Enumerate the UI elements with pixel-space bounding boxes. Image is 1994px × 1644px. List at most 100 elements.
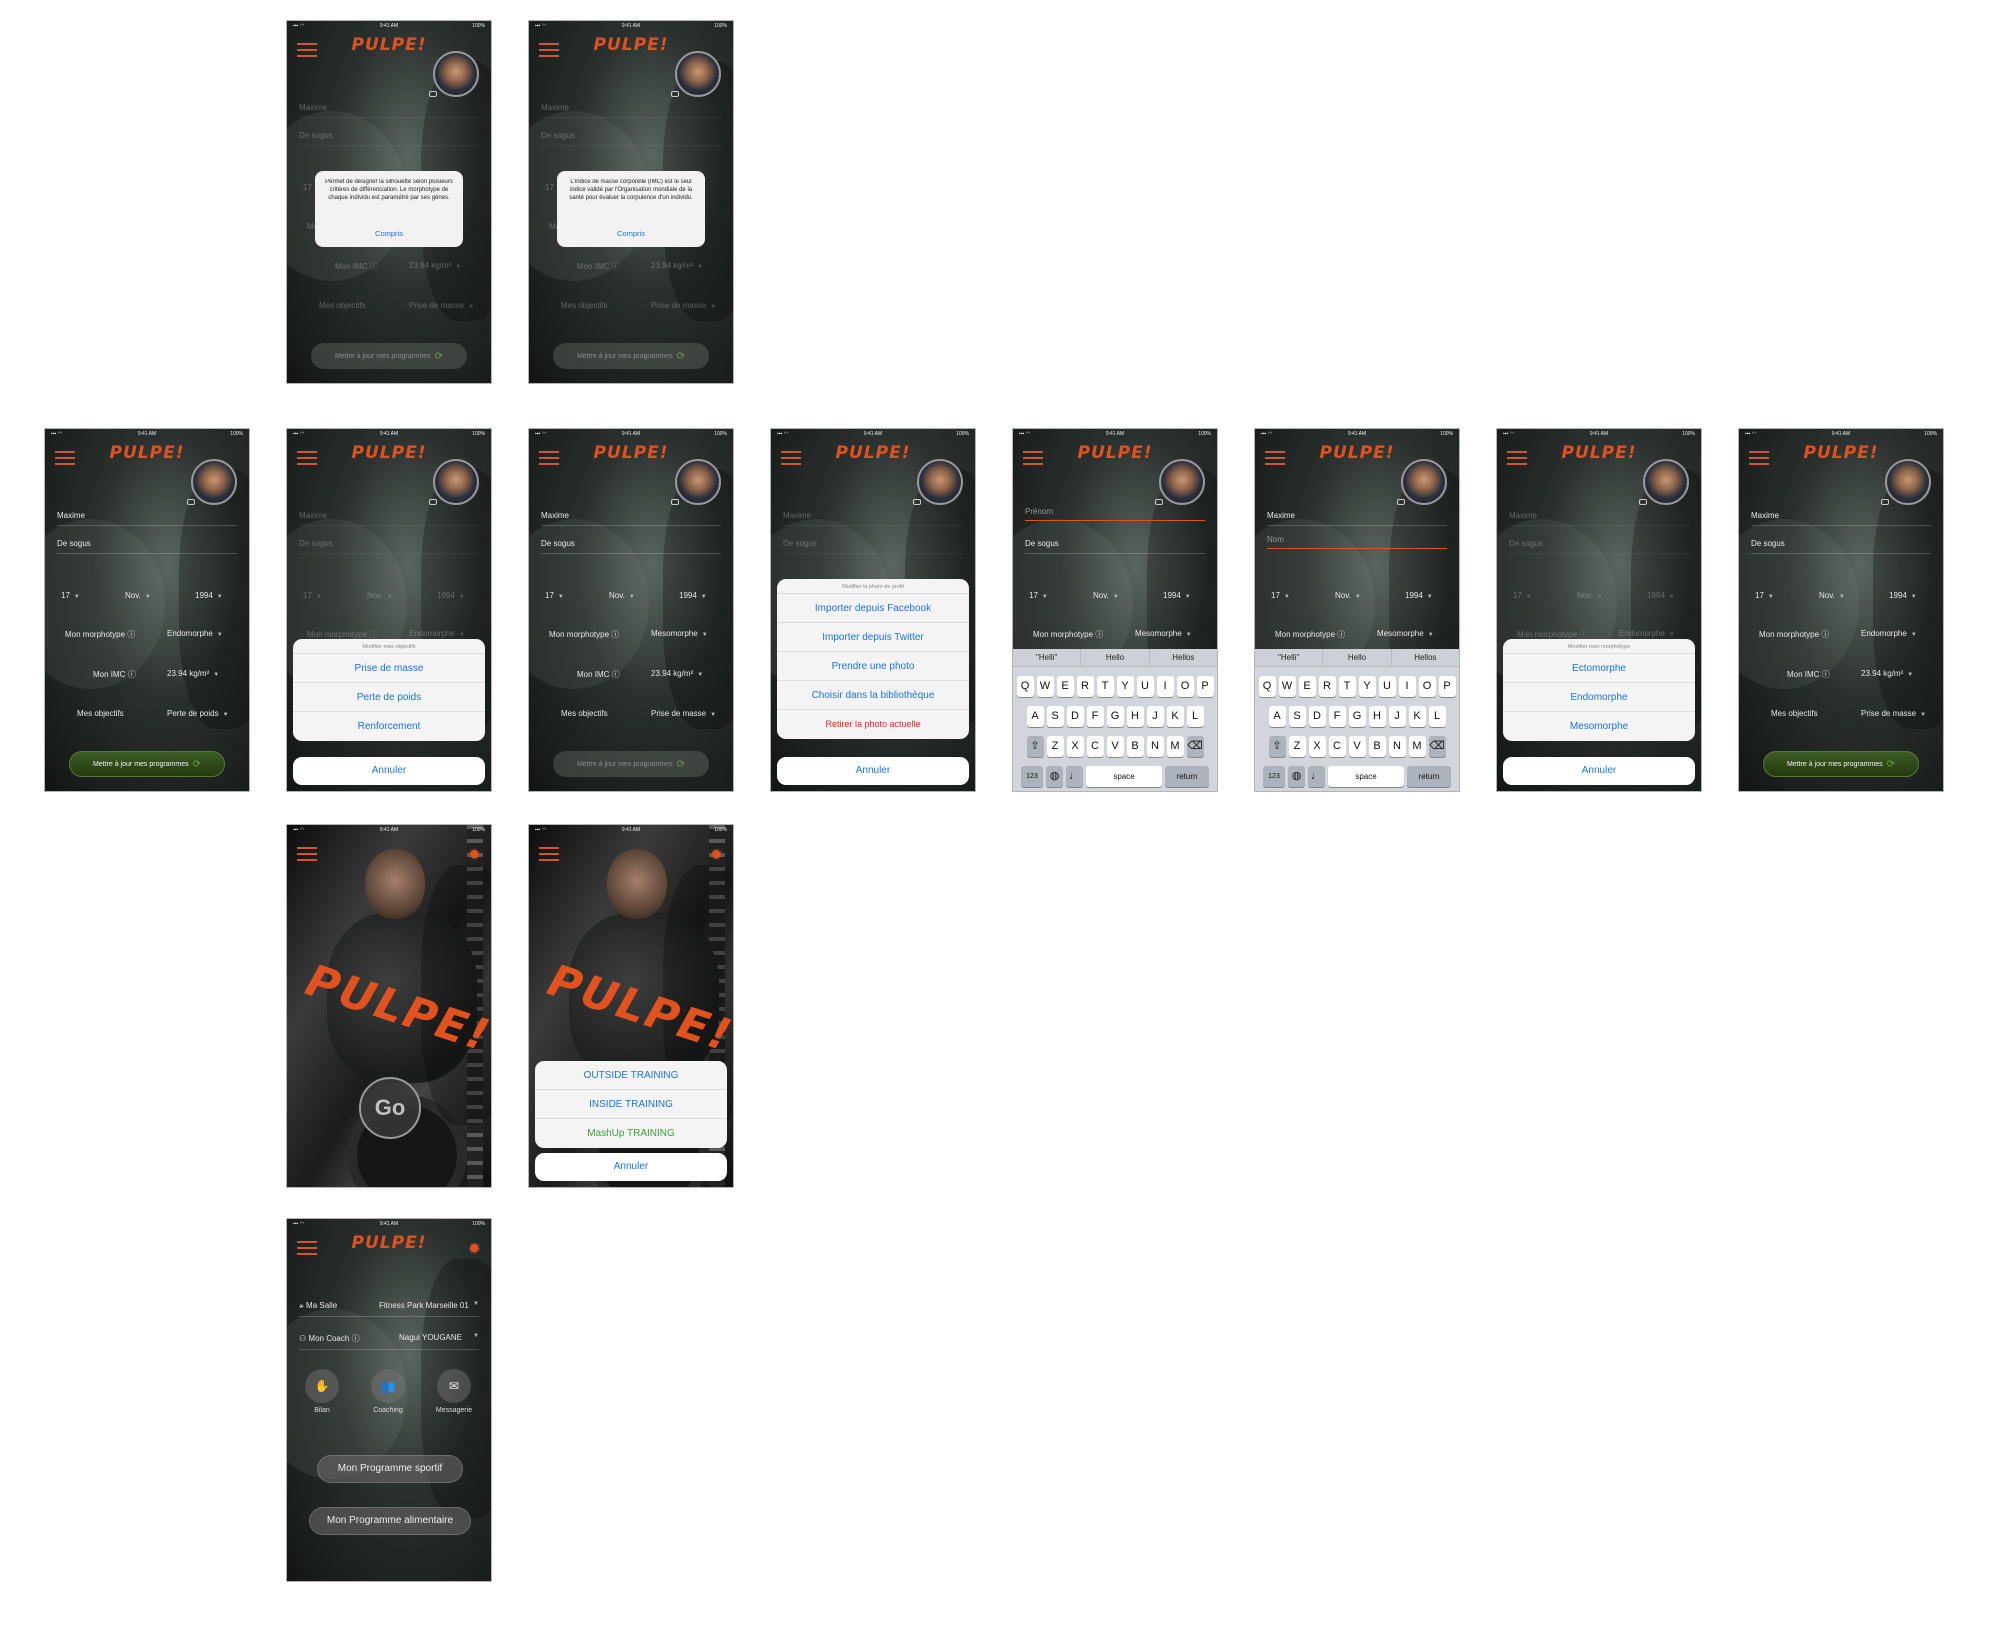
first-name-field[interactable]: Maxime — [1267, 511, 1447, 526]
camera-icon[interactable] — [671, 91, 679, 97]
first-name-field[interactable]: Maxime — [541, 511, 721, 526]
key[interactable]: G — [1106, 706, 1124, 727]
birth-day-select[interactable]: 17▼ — [1029, 591, 1048, 600]
avatar[interactable] — [1643, 459, 1689, 505]
key[interactable]: Q — [1016, 676, 1034, 697]
key[interactable]: U — [1136, 676, 1154, 697]
morphotype-select[interactable]: Endomorphe▼ — [1861, 629, 1917, 638]
mic-icon[interactable]: ♩ — [1066, 766, 1083, 787]
space-key[interactable]: space — [1086, 766, 1162, 787]
birth-year-select[interactable]: 1994▼ — [195, 591, 223, 600]
camera-icon[interactable] — [187, 499, 195, 505]
mic-icon[interactable]: ♩ — [1308, 766, 1325, 787]
key[interactable]: T — [1338, 676, 1356, 697]
suggestion[interactable]: Hellos — [1392, 649, 1459, 666]
sport-program-button[interactable]: Mon Programme sportif — [317, 1455, 463, 1483]
avatar[interactable] — [1159, 459, 1205, 505]
last-name-field[interactable]: De sogus — [299, 131, 479, 146]
birth-year-select[interactable]: 1994▼ — [1647, 591, 1675, 600]
go-button[interactable]: Go — [359, 1077, 421, 1139]
key[interactable]: H — [1126, 706, 1144, 727]
goal-select[interactable]: Prise de masse▼ — [651, 709, 716, 718]
key[interactable]: O — [1176, 676, 1194, 697]
avatar[interactable] — [433, 459, 479, 505]
suggestion[interactable]: "Helli" — [1013, 649, 1082, 666]
numbers-key[interactable]: 123 — [1263, 766, 1285, 787]
sheet-option[interactable]: MashUp TRAINING — [535, 1119, 727, 1148]
key[interactable]: A — [1026, 706, 1044, 727]
first-name-field[interactable]: Maxime — [1509, 511, 1689, 526]
last-name-field[interactable]: De sogus — [299, 539, 479, 554]
birth-year-select[interactable]: 1994▼ — [1163, 591, 1191, 600]
alert-ok-button[interactable]: Compris — [567, 229, 695, 238]
remove-photo-option[interactable]: Retirer la photo actuelle — [777, 710, 969, 739]
goal-select[interactable]: Prise de masse▼ — [409, 301, 474, 310]
return-key[interactable]: return — [1165, 766, 1209, 787]
update-programs-button[interactable]: Mettre à jour mes programmes ⟳ — [69, 751, 225, 777]
key[interactable]: P — [1196, 676, 1214, 697]
key[interactable]: U — [1378, 676, 1396, 697]
key[interactable]: Y — [1358, 676, 1376, 697]
sheet-option[interactable]: Endomorphe — [1503, 683, 1695, 712]
suggestion[interactable]: "Helli" — [1255, 649, 1324, 666]
key[interactable]: D — [1066, 706, 1084, 727]
key[interactable]: C — [1328, 736, 1346, 757]
morphotype-select[interactable]: Endomorphe▼ — [1619, 629, 1675, 638]
gear-icon[interactable]: ✹ — [468, 1239, 481, 1259]
sheet-option[interactable]: Ectomorphe — [1503, 654, 1695, 683]
key[interactable]: F — [1328, 706, 1346, 727]
birth-year-select[interactable]: 1994▼ — [1889, 591, 1917, 600]
camera-icon[interactable] — [429, 499, 437, 505]
gym-row[interactable]: ⚹ Ma Salle Fitness Park Marseille 01 ▼ — [299, 1301, 479, 1317]
key[interactable]: L — [1428, 706, 1446, 727]
suggestion[interactable]: Hellos — [1150, 649, 1217, 666]
last-name-field[interactable]: De sogus — [57, 539, 237, 554]
sheet-option[interactable]: Choisir dans la bibliothèque — [777, 681, 969, 710]
birth-day-select[interactable]: 17▼ — [61, 591, 80, 600]
camera-icon[interactable] — [429, 91, 437, 97]
update-programs-button[interactable]: Mettre à jour mes programmes ⟳ — [1763, 751, 1919, 777]
last-name-field[interactable]: De sogus — [541, 131, 721, 146]
cancel-button[interactable]: Annuler — [1503, 757, 1695, 785]
backspace-key[interactable]: ⌫ — [1428, 736, 1446, 757]
alert-ok-button[interactable]: Compris — [325, 229, 453, 238]
numbers-key[interactable]: 123 — [1021, 766, 1043, 787]
first-name-field[interactable]: Maxime — [299, 511, 479, 526]
birth-day-select[interactable]: 17▼ — [1513, 591, 1532, 600]
food-program-button[interactable]: Mon Programme alimentaire — [309, 1507, 471, 1535]
key[interactable]: G — [1348, 706, 1366, 727]
first-name-field[interactable]: Maxime — [783, 511, 963, 526]
last-name-field[interactable]: De sogus — [1025, 539, 1205, 554]
key[interactable]: K — [1408, 706, 1426, 727]
morphotype-select[interactable]: Mesomorphe ▼ — [1377, 629, 1434, 638]
key[interactable]: Q — [1258, 676, 1276, 697]
key[interactable]: N — [1388, 736, 1406, 757]
key[interactable]: J — [1146, 706, 1164, 727]
morphotype-select[interactable]: Endomorphe▼ — [167, 629, 223, 638]
birth-day-select[interactable]: 17▼ — [303, 591, 322, 600]
camera-icon[interactable] — [1639, 499, 1647, 505]
key[interactable]: E — [1056, 676, 1074, 697]
cancel-button[interactable]: Annuler — [777, 757, 969, 785]
key[interactable]: F — [1086, 706, 1104, 727]
birth-year-select[interactable]: 1994▼ — [437, 591, 465, 600]
key[interactable]: N — [1146, 736, 1164, 757]
last-name-field[interactable]: Nom — [1267, 535, 1447, 549]
last-name-field[interactable]: De sogus — [541, 539, 721, 554]
return-key[interactable]: return — [1407, 766, 1451, 787]
birth-month-select[interactable]: Nov.▼ — [367, 591, 393, 600]
globe-icon[interactable]: ◍ — [1046, 766, 1063, 787]
key[interactable]: M — [1408, 736, 1426, 757]
last-name-field[interactable]: De sogus — [783, 539, 963, 554]
morphotype-select[interactable]: Mesomorphe ▼ — [651, 629, 708, 638]
avatar[interactable] — [191, 459, 237, 505]
update-programs-button[interactable]: Mettre à jour mes programmes ⟳ — [311, 343, 467, 369]
goal-select[interactable]: Prise de masse▼ — [1861, 709, 1926, 718]
key[interactable]: L — [1186, 706, 1204, 727]
shift-key[interactable]: ⇧ — [1268, 736, 1286, 757]
key[interactable]: D — [1308, 706, 1326, 727]
backspace-key[interactable]: ⌫ — [1186, 736, 1204, 757]
key[interactable]: W — [1036, 676, 1054, 697]
camera-icon[interactable] — [671, 499, 679, 505]
sheet-option[interactable]: Prendre une photo — [777, 652, 969, 681]
